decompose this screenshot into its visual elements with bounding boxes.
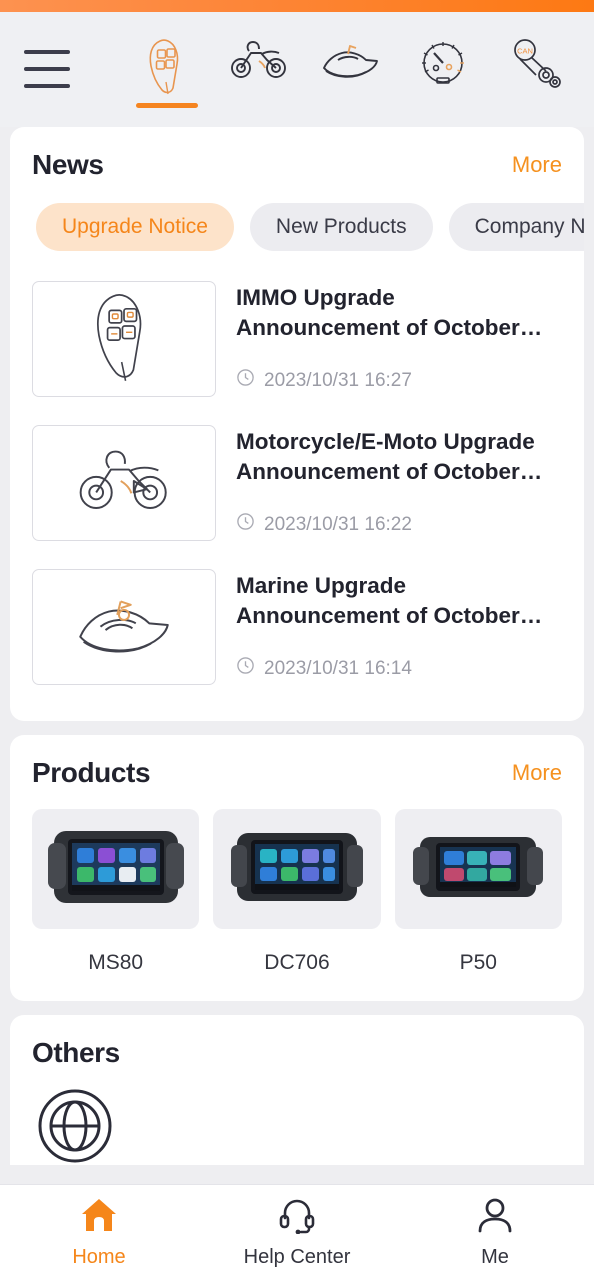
speedometer-icon <box>414 38 472 90</box>
clock-icon <box>236 512 255 537</box>
home-icon <box>79 1196 119 1239</box>
timestamp-text: 2023/10/31 16:14 <box>264 657 412 679</box>
hamburger-bar <box>24 67 70 71</box>
product-item-ms80[interactable]: MS80 <box>32 809 200 975</box>
news-item-title: IMMO Upgrade Announcement of October 202… <box>236 285 520 340</box>
news-item-body: IMMO Upgrade Announcement of October 202… <box>236 281 562 397</box>
news-card-header: News More <box>10 127 584 181</box>
nav-label: Home <box>72 1246 126 1268</box>
news-filter-company-news[interactable]: Company Ne <box>448 203 584 251</box>
hamburger-bar <box>24 50 70 54</box>
app-header: CAN <box>0 12 594 127</box>
news-thumbnail <box>32 425 216 541</box>
others-title: Others <box>32 1037 120 1068</box>
chip-label: Upgrade Notice <box>62 215 208 238</box>
product-item-p50[interactable]: P50 <box>394 809 562 975</box>
product-name: MS80 <box>88 951 144 974</box>
news-thumbnail <box>32 281 216 397</box>
news-filter-chips: Upgrade Notice New Products Company Ne <box>10 181 584 251</box>
news-item-body: Marine Upgrade Announcement of October 2… <box>236 569 562 685</box>
clock-icon <box>236 656 255 681</box>
nav-label: Me <box>481 1246 509 1268</box>
active-tab-underline <box>136 103 198 108</box>
category-tab-can[interactable]: CAN <box>496 38 574 102</box>
news-item-timestamp: 2023/10/31 16:27 <box>236 368 562 393</box>
person-icon <box>475 1196 515 1239</box>
hamburger-bar <box>24 84 70 88</box>
others-item-language[interactable] <box>36 1087 120 1165</box>
category-tab-marine[interactable] <box>312 38 390 94</box>
nav-item-me[interactable]: Me <box>396 1185 594 1280</box>
globe-icon <box>36 1089 114 1165</box>
timestamp-text: 2023/10/31 16:27 <box>264 369 412 391</box>
news-item-body: Motorcycle/E-Moto Upgrade Announcement o… <box>236 425 562 541</box>
timestamp-text: 2023/10/31 16:22 <box>264 513 412 535</box>
chip-label: Company Ne <box>474 215 584 238</box>
products-card: Products More MS80 DC706 P50 <box>10 735 584 1001</box>
others-card-header: Others <box>10 1015 584 1069</box>
news-more-link[interactable]: More <box>512 152 562 178</box>
clock-icon <box>236 368 255 393</box>
news-item-title: Marine Upgrade Announcement of October 2… <box>236 573 520 628</box>
product-list: MS80 DC706 P50 <box>10 789 584 1001</box>
status-bar-strip <box>0 0 594 12</box>
product-name: P50 <box>459 951 497 974</box>
nav-item-help-center[interactable]: Help Center <box>198 1185 396 1280</box>
diagnostic-tablet-image <box>227 821 367 918</box>
motorcycle-icon <box>229 38 289 82</box>
product-name: DC706 <box>264 951 330 974</box>
product-image-box <box>32 809 200 929</box>
diagnostic-tablet-image <box>408 821 548 918</box>
product-image-box <box>213 809 381 929</box>
news-list-item[interactable]: Marine Upgrade Announcement of October 2… <box>32 555 562 699</box>
news-list: IMMO Upgrade Announcement of October 202… <box>10 251 584 721</box>
car-key-fob-icon <box>144 38 190 96</box>
category-tab-motorcycle[interactable] <box>220 38 298 94</box>
chip-label: New Products <box>275 215 407 238</box>
news-filter-new-products[interactable]: New Products <box>249 203 433 251</box>
others-card: Others <box>10 1015 584 1165</box>
news-list-item[interactable]: IMMO Upgrade Announcement of October 202… <box>32 267 562 411</box>
news-thumbnail <box>32 569 216 685</box>
news-card: News More Upgrade Notice New Products Co… <box>10 127 584 721</box>
hamburger-menu-icon[interactable] <box>24 50 70 88</box>
products-more-link[interactable]: More <box>512 760 562 786</box>
nav-label: Help Center <box>243 1246 351 1268</box>
can-cable-icon: CAN <box>506 38 564 90</box>
page-scroll-area[interactable]: CAN News More Upgrade Notice New Product… <box>0 12 594 1165</box>
news-item-timestamp: 2023/10/31 16:22 <box>236 512 562 537</box>
category-tab-bar: CAN <box>70 38 576 108</box>
bottom-navigation-bar: Home Help Center Me <box>0 1184 594 1280</box>
headset-icon <box>277 1196 317 1239</box>
diagnostic-tablet-image <box>46 821 186 918</box>
news-list-item[interactable]: Motorcycle/E-Moto Upgrade Announcement o… <box>32 411 562 555</box>
jet-ski-icon <box>69 588 179 667</box>
news-item-title: Motorcycle/E-Moto Upgrade Announcement o… <box>236 429 535 484</box>
product-image-box <box>394 809 562 929</box>
category-tab-immo[interactable] <box>128 38 206 108</box>
jet-ski-icon <box>320 38 382 82</box>
news-title: News <box>32 149 104 180</box>
nav-item-home[interactable]: Home <box>0 1185 198 1280</box>
svg-text:CAN: CAN <box>517 47 533 56</box>
products-card-header: Products More <box>10 735 584 789</box>
product-item-dc706[interactable]: DC706 <box>213 809 381 975</box>
category-tab-dashboard[interactable] <box>404 38 482 102</box>
others-list <box>10 1069 584 1165</box>
motorcycle-icon <box>70 445 178 522</box>
news-item-timestamp: 2023/10/31 16:14 <box>236 656 562 681</box>
news-filter-upgrade-notice[interactable]: Upgrade Notice <box>36 203 234 251</box>
products-title: Products <box>32 757 151 788</box>
car-key-fob-icon <box>88 291 160 388</box>
